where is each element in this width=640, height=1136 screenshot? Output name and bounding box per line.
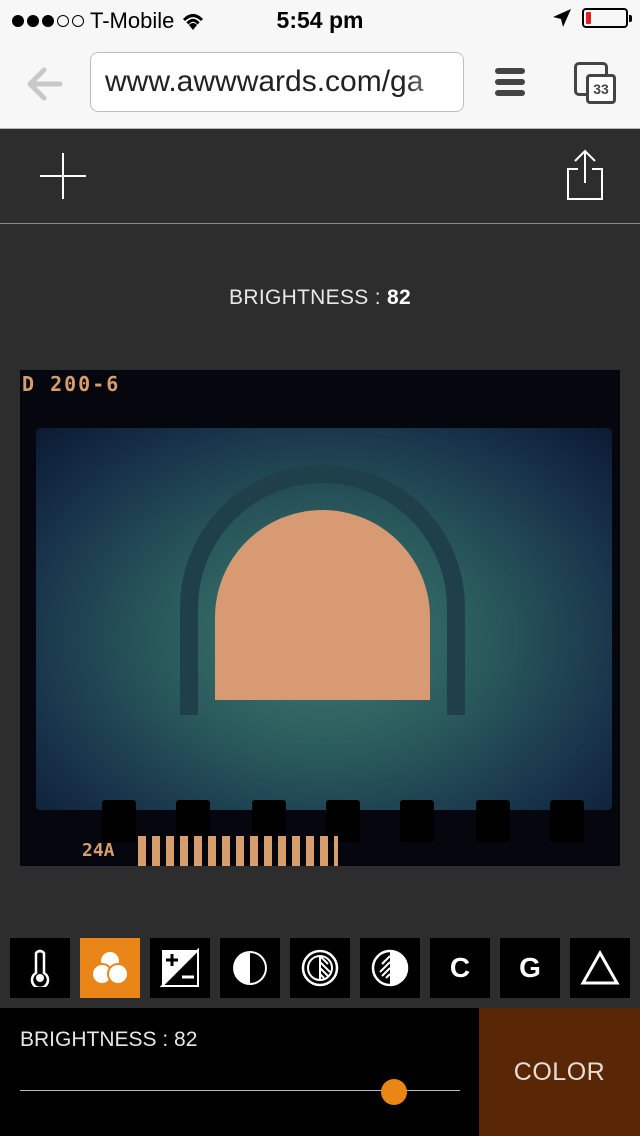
tabs-button[interactable]: 33: [572, 60, 620, 108]
contrast-icon: [233, 951, 267, 985]
tool-temperature[interactable]: [10, 938, 70, 998]
url-field[interactable]: www.awwwards.com/ga: [90, 52, 464, 112]
tool-color-channels[interactable]: [80, 938, 140, 998]
tool-triangle[interactable]: [570, 938, 630, 998]
battery-icon: [582, 8, 632, 28]
adjustment-tools: C G: [10, 938, 630, 998]
tool-shadows[interactable]: [360, 938, 420, 998]
shadows-icon: [371, 949, 409, 987]
color-button[interactable]: COLOR: [479, 1008, 640, 1136]
exposure-icon: [160, 948, 199, 987]
film-code-bottom: 24A: [82, 840, 115, 861]
add-icon[interactable]: [40, 153, 86, 199]
tool-highlights[interactable]: [290, 938, 350, 998]
share-icon[interactable]: [566, 149, 604, 201]
slider-label: BRIGHTNESS : 82: [20, 1028, 198, 1051]
tool-exposure[interactable]: [150, 938, 210, 998]
status-bar: T-Mobile 5:54 pm: [0, 0, 640, 40]
g-icon: G: [519, 952, 541, 983]
tool-g[interactable]: G: [500, 938, 560, 998]
browser-nav-bar: www.awwwards.com/ga 33: [0, 40, 640, 129]
film-edge-marks: [138, 836, 338, 866]
battery-level: [586, 12, 591, 24]
temperature-icon: [30, 949, 50, 987]
app-toolbar: [0, 129, 640, 224]
adjustment-label: BRIGHTNESS :: [229, 286, 381, 309]
highlights-icon: [301, 949, 339, 987]
tool-contrast[interactable]: [220, 938, 280, 998]
control-panel: BRIGHTNESS : 82: [0, 1008, 479, 1136]
url-text: www.awwwards.com/ga: [105, 65, 424, 98]
triangle-icon: [580, 950, 620, 985]
film-code-top: D 200-6: [22, 372, 121, 396]
tool-c[interactable]: C: [430, 938, 490, 998]
color-channels-icon: [91, 950, 129, 985]
c-icon: C: [449, 952, 471, 983]
menu-icon[interactable]: [494, 66, 526, 98]
photo-preview: D 200-6 24A: [20, 370, 620, 866]
back-arrow-icon[interactable]: [24, 64, 64, 104]
brightness-slider-thumb[interactable]: [381, 1079, 407, 1105]
adjustment-value: 82: [386, 286, 411, 309]
tab-count: 33: [586, 74, 616, 104]
adjustment-heading: BRIGHTNESS : 82: [0, 286, 640, 310]
location-arrow-icon: [553, 9, 571, 27]
clock: 5:54 pm: [276, 7, 364, 33]
